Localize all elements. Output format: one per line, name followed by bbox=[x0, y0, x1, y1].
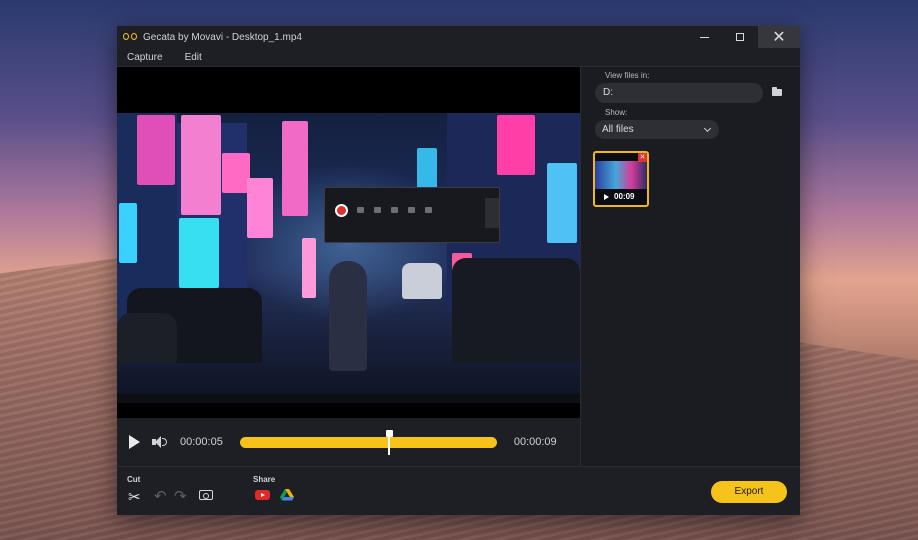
gecata-logo-icon bbox=[123, 32, 137, 42]
camera-icon[interactable] bbox=[199, 490, 213, 500]
files-path-field[interactable]: D: bbox=[595, 83, 763, 103]
menu-item-edit[interactable]: Edit bbox=[185, 52, 202, 63]
embedded-recorder-window bbox=[324, 187, 500, 243]
play-icon[interactable] bbox=[129, 435, 140, 449]
window-title: Gecata by Movavi - Desktop_1.mp4 bbox=[143, 31, 302, 43]
cut-section-label: Cut bbox=[127, 475, 141, 484]
menu-item-capture[interactable]: Capture bbox=[127, 52, 163, 63]
export-button[interactable]: Export bbox=[711, 481, 787, 503]
close-icon: ✕ bbox=[772, 29, 786, 46]
show-filter-select[interactable]: All files bbox=[595, 120, 719, 139]
maximize-button[interactable] bbox=[722, 26, 758, 48]
files-panel: View files in: D: Show: All files 00:09 … bbox=[580, 67, 800, 466]
chevron-down-icon bbox=[703, 124, 712, 133]
youtube-icon[interactable] bbox=[255, 490, 270, 500]
google-drive-icon[interactable] bbox=[280, 489, 294, 501]
thumbnail-image bbox=[595, 161, 647, 189]
current-time: 00:00:05 bbox=[180, 436, 223, 448]
redo-icon[interactable]: ↷ bbox=[174, 487, 187, 505]
undo-icon[interactable]: ↶ bbox=[154, 487, 167, 505]
app-window: Gecata by Movavi - Desktop_1.mp4 ✕ Captu… bbox=[117, 26, 800, 515]
thumbnail-play-icon bbox=[604, 194, 609, 200]
playhead-handle[interactable] bbox=[385, 429, 393, 455]
folder-icon[interactable] bbox=[772, 87, 782, 96]
playback-controls: 00:00:05 00:00:09 bbox=[117, 418, 580, 466]
thumbnail-duration: 00:09 bbox=[614, 192, 635, 201]
end-time: 00:00:09 bbox=[513, 436, 557, 448]
scissors-icon[interactable]: ✂ bbox=[128, 488, 141, 506]
minimize-button[interactable] bbox=[686, 26, 722, 48]
show-filter-value: All files bbox=[602, 124, 634, 135]
delete-icon[interactable]: ✕ bbox=[638, 153, 647, 162]
embedded-taskbar bbox=[117, 394, 580, 403]
show-label: Show: bbox=[605, 108, 628, 117]
share-section-label: Share bbox=[253, 475, 276, 484]
bottom-toolbar: Cut ✂ ↶ ↷ Share Export bbox=[117, 466, 800, 515]
title-bar: Gecata by Movavi - Desktop_1.mp4 ✕ bbox=[117, 26, 800, 48]
timeline-scrubber[interactable] bbox=[239, 429, 497, 455]
window-controls: ✕ bbox=[686, 26, 800, 48]
minimize-icon bbox=[699, 36, 709, 38]
video-player[interactable] bbox=[117, 67, 580, 418]
video-frame bbox=[117, 113, 580, 403]
menu-bar: Capture Edit bbox=[117, 48, 800, 67]
close-button[interactable]: ✕ bbox=[758, 26, 800, 48]
view-files-label: View files in: bbox=[605, 71, 650, 80]
maximize-icon bbox=[736, 33, 744, 41]
recording-thumbnail[interactable]: 00:09 ✕ bbox=[593, 151, 649, 207]
volume-icon[interactable] bbox=[152, 435, 168, 449]
